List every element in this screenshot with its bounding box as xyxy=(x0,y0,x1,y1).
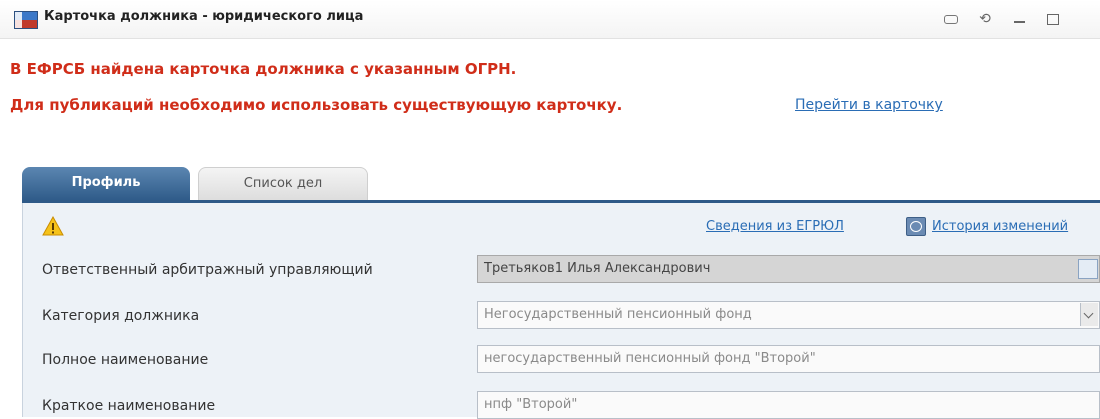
change-history-link[interactable]: История изменений xyxy=(932,219,1068,234)
app-window-icon xyxy=(14,11,38,29)
egrul-info-link[interactable]: Сведения из ЕГРЮЛ xyxy=(706,219,844,234)
go-to-card-link[interactable]: Перейти в карточку xyxy=(795,97,943,113)
alert-use-existing: Для публикаций необходимо использовать с… xyxy=(10,96,623,114)
lookup-icon[interactable] xyxy=(1078,259,1098,279)
warning-icon xyxy=(42,216,64,236)
refresh-icon[interactable]: ⟲ xyxy=(974,8,996,30)
field-label-short-name: Краткое наименование xyxy=(42,398,216,414)
short-name-field[interactable]: нпф "Второй" xyxy=(477,391,1100,419)
debtor-category-select[interactable]: Негосударственный пенсионный фонд xyxy=(477,301,1100,329)
pin-icon[interactable] xyxy=(940,8,962,30)
chevron-down-icon[interactable] xyxy=(1080,303,1098,326)
full-name-field[interactable]: негосударственный пенсионный фонд "Второ… xyxy=(477,345,1100,373)
tab-cases-list[interactable]: Список дел xyxy=(198,167,368,202)
maximize-icon[interactable] xyxy=(1042,8,1064,30)
arbitration-manager-field[interactable]: Третьяков1 Илья Александрович xyxy=(477,255,1100,283)
tab-profile[interactable]: Профиль xyxy=(22,167,190,201)
field-label-arbitration-manager: Ответственный арбитражный управляющий xyxy=(42,262,373,278)
history-icon[interactable] xyxy=(906,217,926,236)
window-titlebar: Карточка должника - юридического лица ⟲ xyxy=(0,0,1100,39)
field-label-full-name: Полное наименование xyxy=(42,352,209,368)
alert-duplicate-found: В ЕФРСБ найдена карточка должника с указ… xyxy=(10,60,517,78)
window-title: Карточка должника - юридического лица xyxy=(44,9,364,24)
minimize-icon[interactable] xyxy=(1008,8,1030,30)
field-label-debtor-category: Категория должника xyxy=(42,308,200,324)
